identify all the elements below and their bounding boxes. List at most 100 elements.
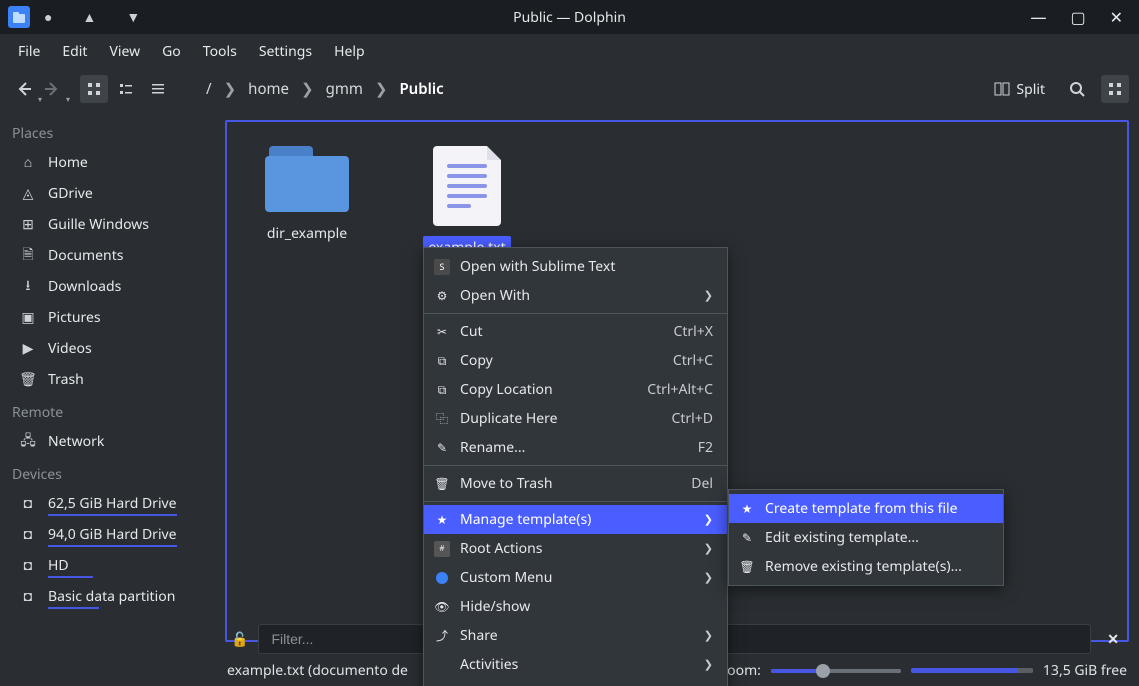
forward-button[interactable]: ▾ bbox=[38, 75, 66, 103]
ctx-open-sublime[interactable]: S Open with Sublime Text bbox=[424, 252, 727, 281]
home-icon: ⌂ bbox=[20, 155, 36, 171]
drive-icon: ◬ bbox=[20, 186, 36, 202]
trash-icon: 🗑 bbox=[739, 559, 755, 575]
breadcrumb-root[interactable]: / bbox=[200, 75, 218, 103]
ctx-create-template[interactable]: ★ Create template from this file bbox=[729, 494, 1003, 523]
ctx-root-actions[interactable]: # Root Actions ❯ bbox=[424, 534, 727, 563]
filter-close-button[interactable]: ✕ bbox=[1101, 630, 1125, 649]
sidebar-item-trash[interactable]: 🗑Trash bbox=[0, 364, 215, 395]
back-button[interactable]: ▾ bbox=[10, 75, 38, 103]
breadcrumb-public[interactable]: Public bbox=[393, 75, 449, 103]
sidebar-item-guille-windows[interactable]: ⊞Guille Windows bbox=[0, 209, 215, 240]
chevron-right-icon: ❯ bbox=[299, 79, 316, 99]
disk-icon: ◘ bbox=[20, 527, 36, 543]
ctx-open-with[interactable]: ⚙ Open With ❯ bbox=[424, 281, 727, 310]
context-submenu-templates: ★ Create template from this file ✎ Edit … bbox=[728, 489, 1004, 586]
minimize-button[interactable]: — bbox=[1030, 6, 1046, 28]
copy-location-icon: ⧉ bbox=[434, 382, 450, 398]
menu-settings[interactable]: Settings bbox=[249, 36, 322, 67]
sidebar-section-places: Places bbox=[0, 116, 215, 147]
menubar: File Edit View Go Tools Settings Help bbox=[0, 34, 1139, 68]
disk-icon: ◘ bbox=[20, 496, 36, 512]
disk-free-label: 13,5 GiB free bbox=[1043, 661, 1127, 680]
menu-edit[interactable]: Edit bbox=[52, 36, 97, 67]
sidebar-item-documents[interactable]: 🗎Documents bbox=[0, 240, 215, 271]
sidebar-item-device-1[interactable]: ◘ 62,5 GiB Hard Drive bbox=[0, 488, 215, 519]
file-item-txt[interactable]: example.txt bbox=[417, 146, 517, 259]
sidebar-item-gdrive[interactable]: ◬GDrive bbox=[0, 178, 215, 209]
sidebar-item-videos[interactable]: ▶Videos bbox=[0, 333, 215, 364]
ctx-compress[interactable]: ▣ Compress ❯ bbox=[424, 679, 727, 686]
chevron-right-icon: ❯ bbox=[664, 628, 713, 643]
sidebar-item-device-basic[interactable]: ◘ Basic data partition bbox=[0, 581, 215, 612]
menu-view[interactable]: View bbox=[99, 36, 150, 67]
view-mode-group bbox=[80, 75, 172, 103]
lock-icon[interactable]: 🔓 bbox=[231, 630, 248, 649]
breadcrumb-gmm[interactable]: gmm bbox=[320, 75, 369, 103]
downloads-icon: ⭳ bbox=[20, 279, 36, 295]
ctx-copy-location[interactable]: ⧉ Copy Location Ctrl+Alt+C bbox=[424, 375, 727, 404]
split-view-button[interactable]: Split bbox=[986, 76, 1053, 103]
share-icon: ⤴ bbox=[434, 628, 450, 644]
rename-icon: ✎ bbox=[434, 440, 450, 456]
grid-icon bbox=[1108, 82, 1122, 96]
sidebar-item-pictures[interactable]: ▣Pictures bbox=[0, 302, 215, 333]
ctx-hide-show[interactable]: 👁 Hide/show bbox=[424, 592, 727, 621]
activities-icon bbox=[434, 657, 450, 673]
menu-file[interactable]: File bbox=[8, 36, 50, 67]
menu-go[interactable]: Go bbox=[152, 36, 191, 67]
folder-icon bbox=[265, 146, 349, 212]
zoom-controls: oom: 13,5 GiB free bbox=[727, 661, 1127, 680]
ctx-copy[interactable]: ⧉ Copy Ctrl+C bbox=[424, 346, 727, 375]
eye-icon: 👁 bbox=[434, 599, 450, 615]
text-file-icon bbox=[433, 146, 501, 226]
ctx-trash[interactable]: 🗑 Move to Trash Del bbox=[424, 469, 727, 498]
sidebar-item-device-2[interactable]: ◘ 94,0 GiB Hard Drive bbox=[0, 519, 215, 550]
close-button[interactable]: ✕ bbox=[1110, 6, 1123, 28]
disk-usage-bar bbox=[911, 668, 1033, 673]
control-button[interactable] bbox=[1101, 75, 1129, 103]
sidebar-item-device-hd[interactable]: ◘ HD bbox=[0, 550, 215, 581]
ctx-remove-template[interactable]: 🗑 Remove existing template(s)... bbox=[729, 552, 1003, 581]
zoom-slider[interactable] bbox=[771, 669, 901, 673]
pictures-icon: ▣ bbox=[20, 310, 36, 326]
sidebar: Places ⌂Home ◬GDrive ⊞Guille Windows 🗎Do… bbox=[0, 110, 215, 652]
copy-icon: ⧉ bbox=[434, 353, 450, 369]
ctx-activities[interactable]: Activities ❯ bbox=[424, 650, 727, 679]
search-icon bbox=[1069, 81, 1085, 97]
ctx-share[interactable]: ⤴ Share ❯ bbox=[424, 621, 727, 650]
sublime-icon: S bbox=[434, 259, 450, 275]
breadcrumb-home[interactable]: home bbox=[242, 75, 295, 103]
trash-icon: 🗑 bbox=[20, 372, 36, 388]
menu-help[interactable]: Help bbox=[324, 36, 375, 67]
windows-icon: ⊞ bbox=[20, 217, 36, 233]
chevron-right-icon: ❯ bbox=[664, 512, 713, 527]
menu-tools[interactable]: Tools bbox=[193, 36, 247, 67]
sidebar-item-home[interactable]: ⌂Home bbox=[0, 147, 215, 178]
view-details-button[interactable] bbox=[144, 75, 172, 103]
maximize-button[interactable]: ▢ bbox=[1070, 6, 1085, 28]
duplicate-icon: ⿻ bbox=[434, 411, 450, 427]
ctx-manage-templates[interactable]: ★ Manage template(s) ❯ bbox=[424, 505, 727, 534]
file-item-folder[interactable]: dir_example bbox=[257, 146, 357, 245]
ctx-cut[interactable]: ✂ Cut Ctrl+X bbox=[424, 317, 727, 346]
status-selection: example.txt (documento de bbox=[227, 661, 408, 680]
ctx-duplicate[interactable]: ⿻ Duplicate Here Ctrl+D bbox=[424, 404, 727, 433]
custom-menu-icon bbox=[434, 570, 450, 586]
toolbar: ▾ ▾ / ❯ home ❯ gmm ❯ Public Split bbox=[0, 68, 1139, 110]
trash-icon: 🗑 bbox=[434, 476, 450, 492]
ctx-edit-template[interactable]: ✎ Edit existing template... bbox=[729, 523, 1003, 552]
ctx-rename[interactable]: ✎ Rename... F2 bbox=[424, 433, 727, 462]
window-title: Public — Dolphin bbox=[0, 8, 1139, 27]
network-icon: 🖧 bbox=[20, 434, 36, 450]
cut-icon: ✂ bbox=[434, 324, 450, 340]
view-compact-button[interactable] bbox=[112, 75, 140, 103]
sidebar-item-network[interactable]: 🖧Network bbox=[0, 426, 215, 457]
ctx-custom-menu[interactable]: Custom Menu ❯ bbox=[424, 563, 727, 592]
search-button[interactable] bbox=[1063, 75, 1091, 103]
sidebar-item-downloads[interactable]: ⭳Downloads bbox=[0, 271, 215, 302]
window-controls: — ▢ ✕ bbox=[1022, 0, 1131, 34]
split-icon bbox=[994, 81, 1010, 97]
edit-icon: ✎ bbox=[739, 530, 755, 546]
view-icons-button[interactable] bbox=[80, 75, 108, 103]
